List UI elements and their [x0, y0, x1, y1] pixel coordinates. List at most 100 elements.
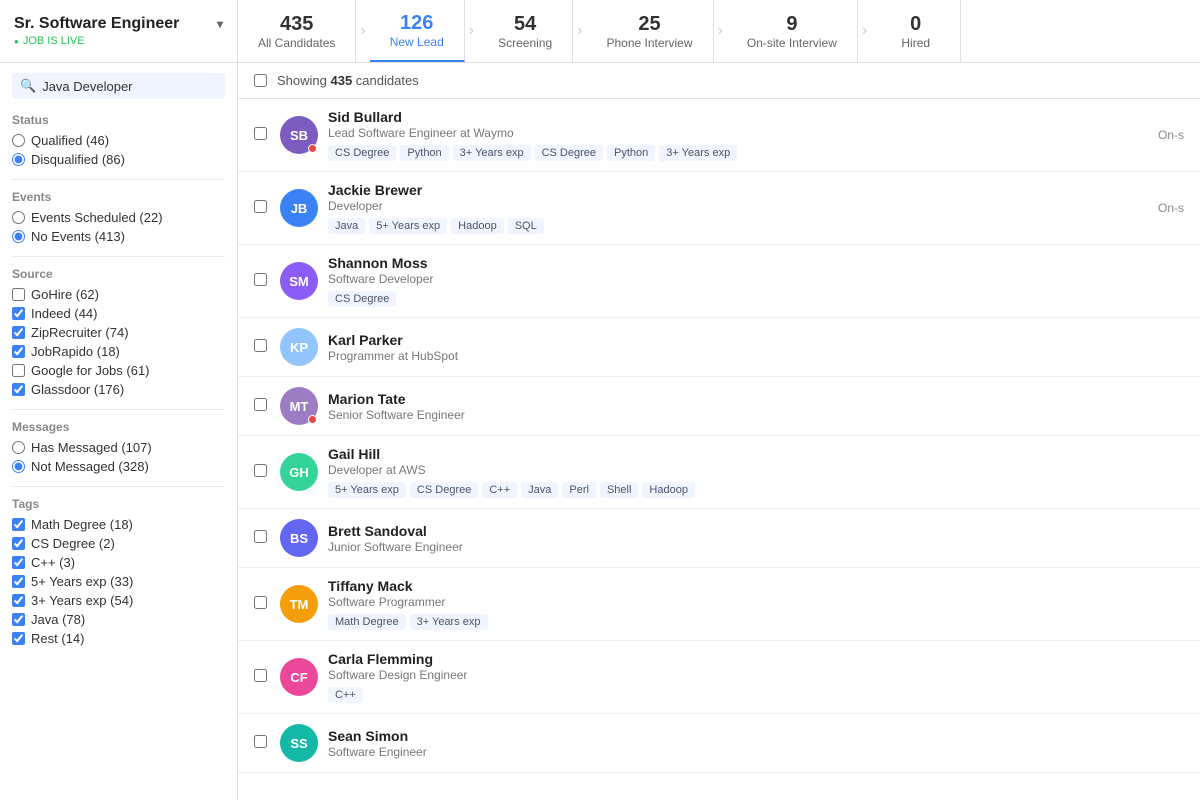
- pipeline-arrow-icon: ›: [356, 0, 369, 62]
- filter-option-label: ZipRecruiter (74): [31, 325, 129, 340]
- candidate-checkbox[interactable]: [254, 669, 267, 682]
- filter-option-label: CS Degree (2): [31, 536, 115, 551]
- candidate-checkbox[interactable]: [254, 464, 267, 477]
- filter-option-label: GoHire (62): [31, 287, 99, 302]
- candidate-tag: Hadoop: [451, 218, 504, 234]
- filter-option-label: Events Scheduled (22): [31, 210, 163, 225]
- filter-checkbox[interactable]: [12, 307, 25, 320]
- filter-option[interactable]: Disqualified (86): [12, 152, 225, 167]
- candidate-name: Jackie Brewer: [328, 182, 1148, 198]
- pipeline-tab-hired[interactable]: 0Hired: [871, 0, 961, 62]
- filter-checkbox[interactable]: [12, 632, 25, 645]
- pipeline-tab-all[interactable]: 435All Candidates: [238, 0, 356, 62]
- filter-checkbox[interactable]: [12, 556, 25, 569]
- filter-option[interactable]: JobRapido (18): [12, 344, 225, 359]
- candidate-checkbox[interactable]: [254, 530, 267, 543]
- search-input[interactable]: [42, 79, 217, 94]
- filter-option[interactable]: Events Scheduled (22): [12, 210, 225, 225]
- candidate-checkbox[interactable]: [254, 273, 267, 286]
- filter-option[interactable]: Not Messaged (328): [12, 459, 225, 474]
- pipeline-tab-onsite-interview[interactable]: 9On-site Interview: [727, 0, 858, 62]
- filter-option[interactable]: Google for Jobs (61): [12, 363, 225, 378]
- job-title[interactable]: Sr. Software Engineer ▾: [14, 15, 223, 33]
- filter-option[interactable]: Java (78): [12, 612, 225, 627]
- candidate-checkbox[interactable]: [254, 339, 267, 352]
- search-box[interactable]: 🔍: [12, 73, 225, 99]
- chevron-down-icon[interactable]: ▾: [217, 17, 223, 31]
- candidate-row[interactable]: SMShannon MossSoftware DeveloperCS Degre…: [238, 245, 1200, 318]
- avatar: GH: [280, 453, 318, 491]
- filter-checkbox[interactable]: [12, 613, 25, 626]
- filter-section-events: Events Events Scheduled (22) No Events (41…: [12, 190, 225, 244]
- filter-radio[interactable]: [12, 211, 25, 224]
- filter-option[interactable]: Indeed (44): [12, 306, 225, 321]
- candidate-row[interactable]: TMTiffany MackSoftware ProgrammerMath De…: [238, 568, 1200, 641]
- filter-section-label: Messages: [12, 420, 225, 434]
- filter-radio[interactable]: [12, 134, 25, 147]
- filter-option[interactable]: Has Messaged (107): [12, 440, 225, 455]
- candidate-tag: Java: [328, 218, 365, 234]
- candidate-checkbox[interactable]: [254, 127, 267, 140]
- pipeline-tab-new-lead[interactable]: 126New Lead: [370, 0, 465, 62]
- candidate-checkbox[interactable]: [254, 735, 267, 748]
- filter-section-label: Events: [12, 190, 225, 204]
- candidate-row[interactable]: JBJackie BrewerDeveloperJava5+ Years exp…: [238, 172, 1200, 245]
- candidate-row[interactable]: GHGail HillDeveloper at AWS5+ Years expC…: [238, 436, 1200, 509]
- filter-option[interactable]: 5+ Years exp (33): [12, 574, 225, 589]
- filter-checkbox[interactable]: [12, 364, 25, 377]
- select-all-checkbox[interactable]: [254, 74, 267, 87]
- filter-option[interactable]: Qualified (46): [12, 133, 225, 148]
- candidate-title: Software Design Engineer: [328, 668, 1184, 682]
- candidate-tag: 5+ Years exp: [369, 218, 447, 234]
- filter-option[interactable]: No Events (413): [12, 229, 225, 244]
- filter-checkbox[interactable]: [12, 518, 25, 531]
- candidate-checkbox[interactable]: [254, 200, 267, 213]
- candidate-row[interactable]: SSSean SimonSoftware Engineer: [238, 714, 1200, 773]
- candidate-tag: Python: [400, 145, 448, 161]
- filter-option[interactable]: C++ (3): [12, 555, 225, 570]
- candidate-title: Lead Software Engineer at Waymo: [328, 126, 1148, 140]
- filter-option[interactable]: ZipRecruiter (74): [12, 325, 225, 340]
- filter-checkbox[interactable]: [12, 594, 25, 607]
- candidate-checkbox[interactable]: [254, 398, 267, 411]
- candidate-tag: C++: [328, 687, 363, 703]
- candidate-title: Software Programmer: [328, 595, 1184, 609]
- filter-option[interactable]: 3+ Years exp (54): [12, 593, 225, 608]
- candidate-row[interactable]: SBSid BullardLead Software Engineer at W…: [238, 99, 1200, 172]
- filter-radio[interactable]: [12, 441, 25, 454]
- candidate-row[interactable]: CFCarla FlemmingSoftware Design Engineer…: [238, 641, 1200, 714]
- filter-option[interactable]: Glassdoor (176): [12, 382, 225, 397]
- filter-radio[interactable]: [12, 460, 25, 473]
- candidate-title: Software Developer: [328, 272, 1184, 286]
- filter-checkbox[interactable]: [12, 288, 25, 301]
- filter-checkbox[interactable]: [12, 326, 25, 339]
- pipeline-arrow-icon: ›: [858, 0, 871, 62]
- filter-option-label: Has Messaged (107): [31, 440, 152, 455]
- candidate-row[interactable]: BSBrett SandovalJunior Software Engineer: [238, 509, 1200, 568]
- filter-checkbox[interactable]: [12, 383, 25, 396]
- filter-radio[interactable]: [12, 230, 25, 243]
- filter-option[interactable]: Rest (14): [12, 631, 225, 646]
- candidate-title: Developer: [328, 199, 1148, 213]
- candidate-row[interactable]: KPKarl ParkerProgrammer at HubSpot: [238, 318, 1200, 377]
- pipeline-tab-screening[interactable]: 54Screening: [478, 0, 573, 62]
- candidates-header: Showing 435 candidates: [238, 63, 1200, 99]
- filter-checkbox[interactable]: [12, 537, 25, 550]
- candidates-count-text: Showing 435 candidates: [277, 73, 419, 88]
- candidate-tag: 3+ Years exp: [453, 145, 531, 161]
- filter-radio[interactable]: [12, 153, 25, 166]
- filter-option[interactable]: GoHire (62): [12, 287, 225, 302]
- candidate-row[interactable]: MTMarion TateSenior Software Engineer: [238, 377, 1200, 436]
- filter-option-label: Rest (14): [31, 631, 84, 646]
- filter-section-messages: Messages Has Messaged (107) Not Messaged (…: [12, 420, 225, 474]
- filter-option[interactable]: CS Degree (2): [12, 536, 225, 551]
- filter-checkbox[interactable]: [12, 575, 25, 588]
- candidate-tag: CS Degree: [410, 482, 478, 498]
- filter-option[interactable]: Math Degree (18): [12, 517, 225, 532]
- candidate-checkbox[interactable]: [254, 596, 267, 609]
- candidate-info: Karl ParkerProgrammer at HubSpot: [328, 332, 1184, 363]
- candidate-tag: C++: [482, 482, 517, 498]
- pipeline-tab-phone-interview[interactable]: 25Phone Interview: [586, 0, 713, 62]
- filter-checkbox[interactable]: [12, 345, 25, 358]
- candidate-tag: Python: [607, 145, 655, 161]
